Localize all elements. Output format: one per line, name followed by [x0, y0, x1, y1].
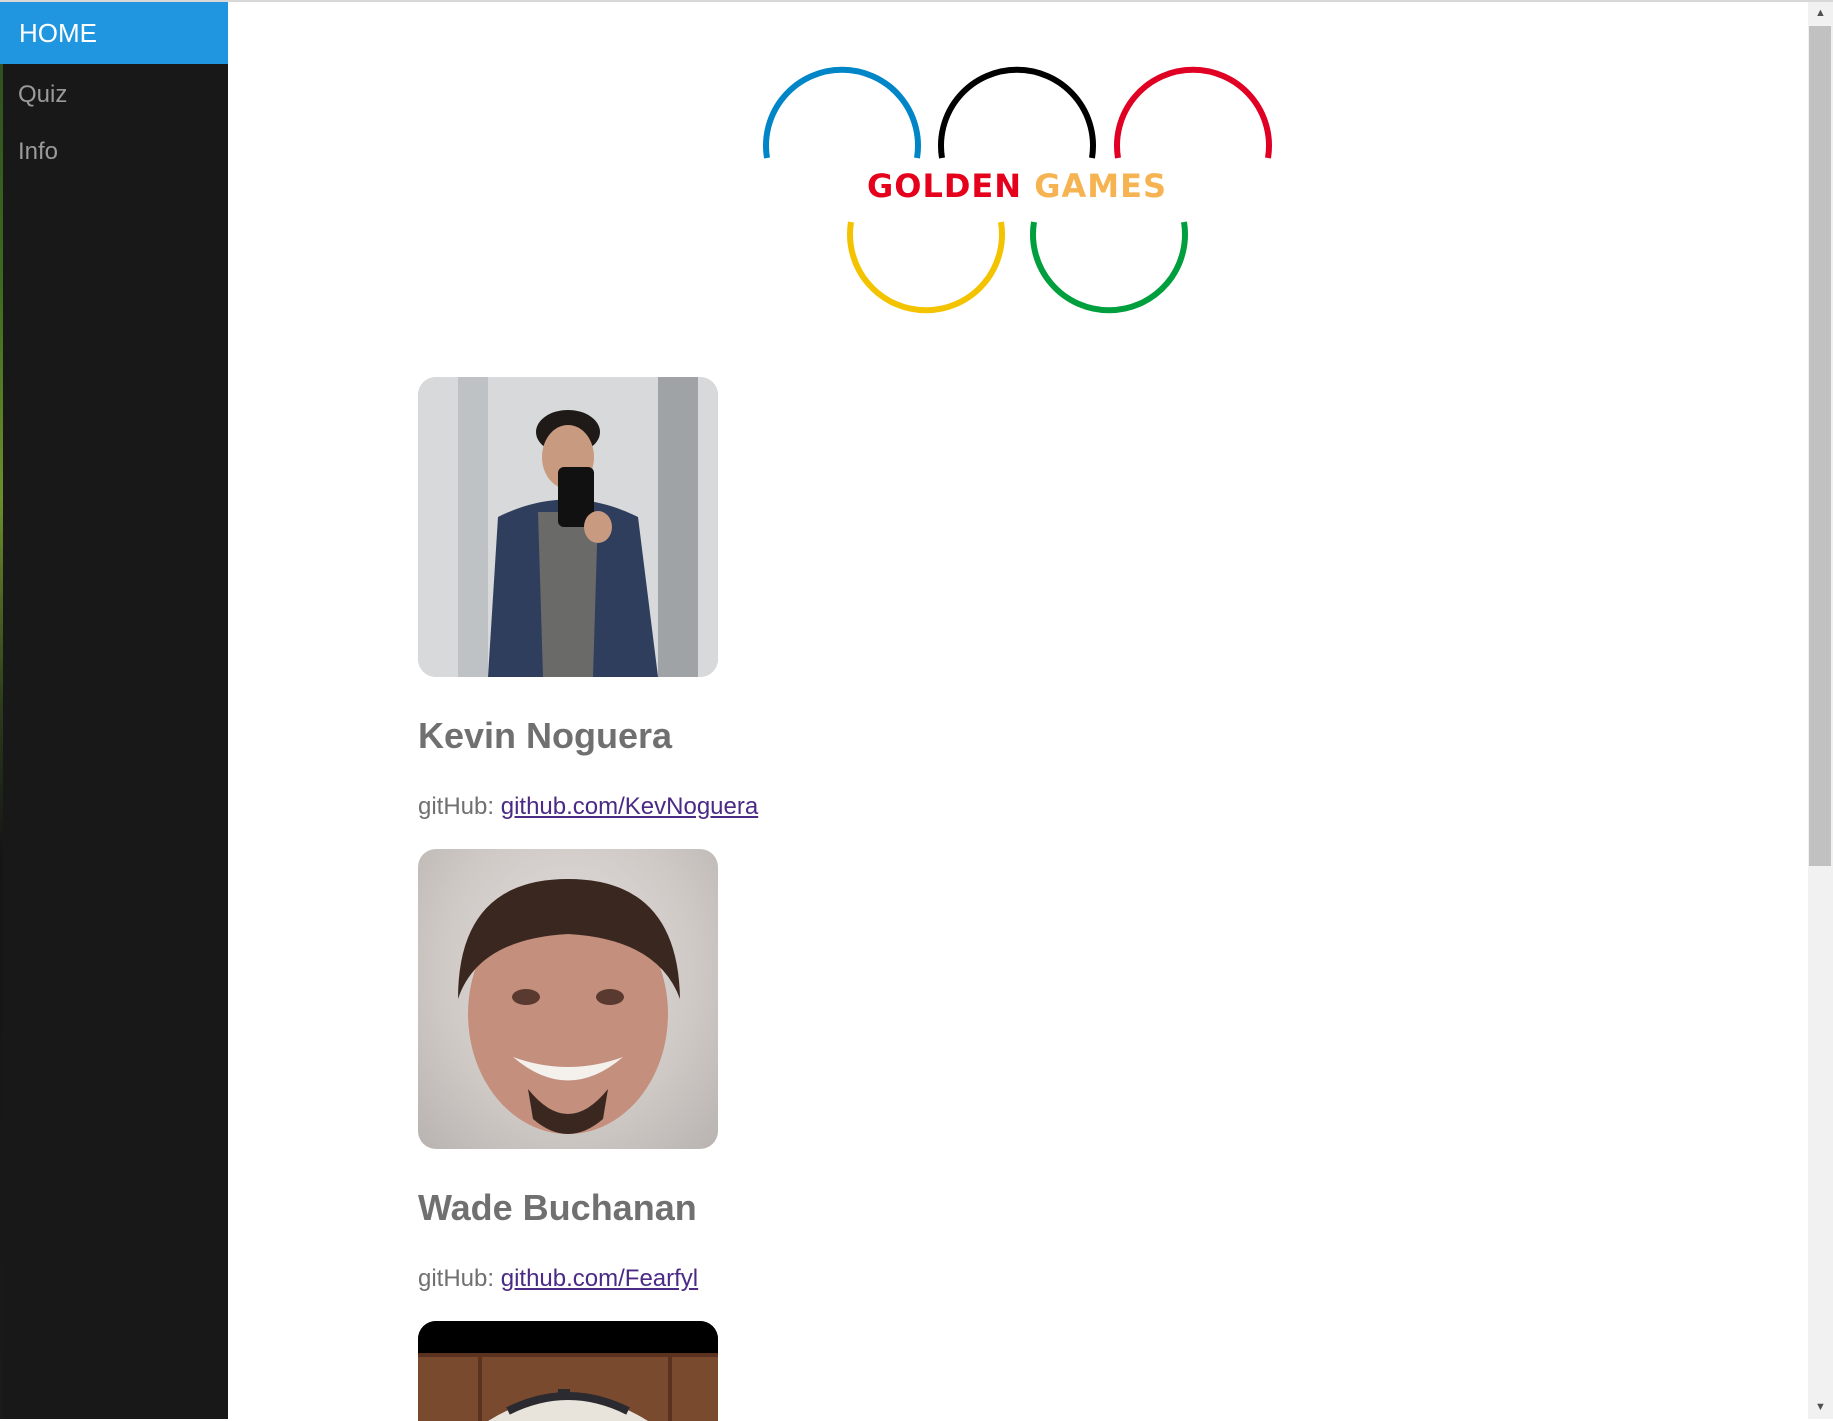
window-top-border: [0, 0, 1833, 2]
scroll-down-icon[interactable]: ▼: [1808, 1396, 1833, 1418]
github-label: gitHub:: [418, 793, 495, 820]
logo-word-golden: GOLDEN: [867, 167, 1023, 205]
member-github: gitHub: github.com/KevNoguera: [418, 793, 1118, 821]
github-label: gitHub:: [418, 1265, 495, 1292]
member-github: gitHub: github.com/Fearfyl: [418, 1265, 1118, 1293]
member-photo: [418, 849, 718, 1149]
team-member-card: Kevin Noguera gitHub: github.com/KevNogu…: [418, 377, 1118, 821]
scroll-up-icon[interactable]: ▲: [1808, 2, 1833, 24]
person-photo-icon: [458, 879, 680, 1134]
golden-games-logo: GOLDEN GAMES: [760, 62, 1274, 318]
sidebar-nav: HOME Quiz Info: [0, 2, 228, 1419]
logo-word-games: GAMES: [1034, 167, 1167, 205]
nav-item-info[interactable]: Info: [0, 121, 228, 183]
sidebar-edge: [0, 2, 3, 1419]
person-photo-icon: [418, 377, 718, 677]
member-photo: [418, 377, 718, 677]
nav-item-home[interactable]: HOME: [0, 2, 228, 64]
person-photo-icon: [418, 1321, 718, 1421]
github-link[interactable]: github.com/Fearfyl: [501, 1265, 698, 1292]
logo-title: GOLDEN GAMES: [760, 167, 1274, 205]
member-name: Kevin Noguera: [418, 715, 673, 756]
member-photo: [418, 1321, 718, 1421]
member-name: Wade Buchanan: [418, 1187, 697, 1228]
scrollbar-thumb[interactable]: [1809, 26, 1831, 866]
nav-item-quiz[interactable]: Quiz: [0, 64, 228, 126]
team-member-card: Wade Buchanan gitHub: github.com/Fearfyl: [418, 849, 1118, 1293]
team-member-card: [418, 1321, 1118, 1421]
github-link[interactable]: github.com/KevNoguera: [501, 793, 758, 820]
